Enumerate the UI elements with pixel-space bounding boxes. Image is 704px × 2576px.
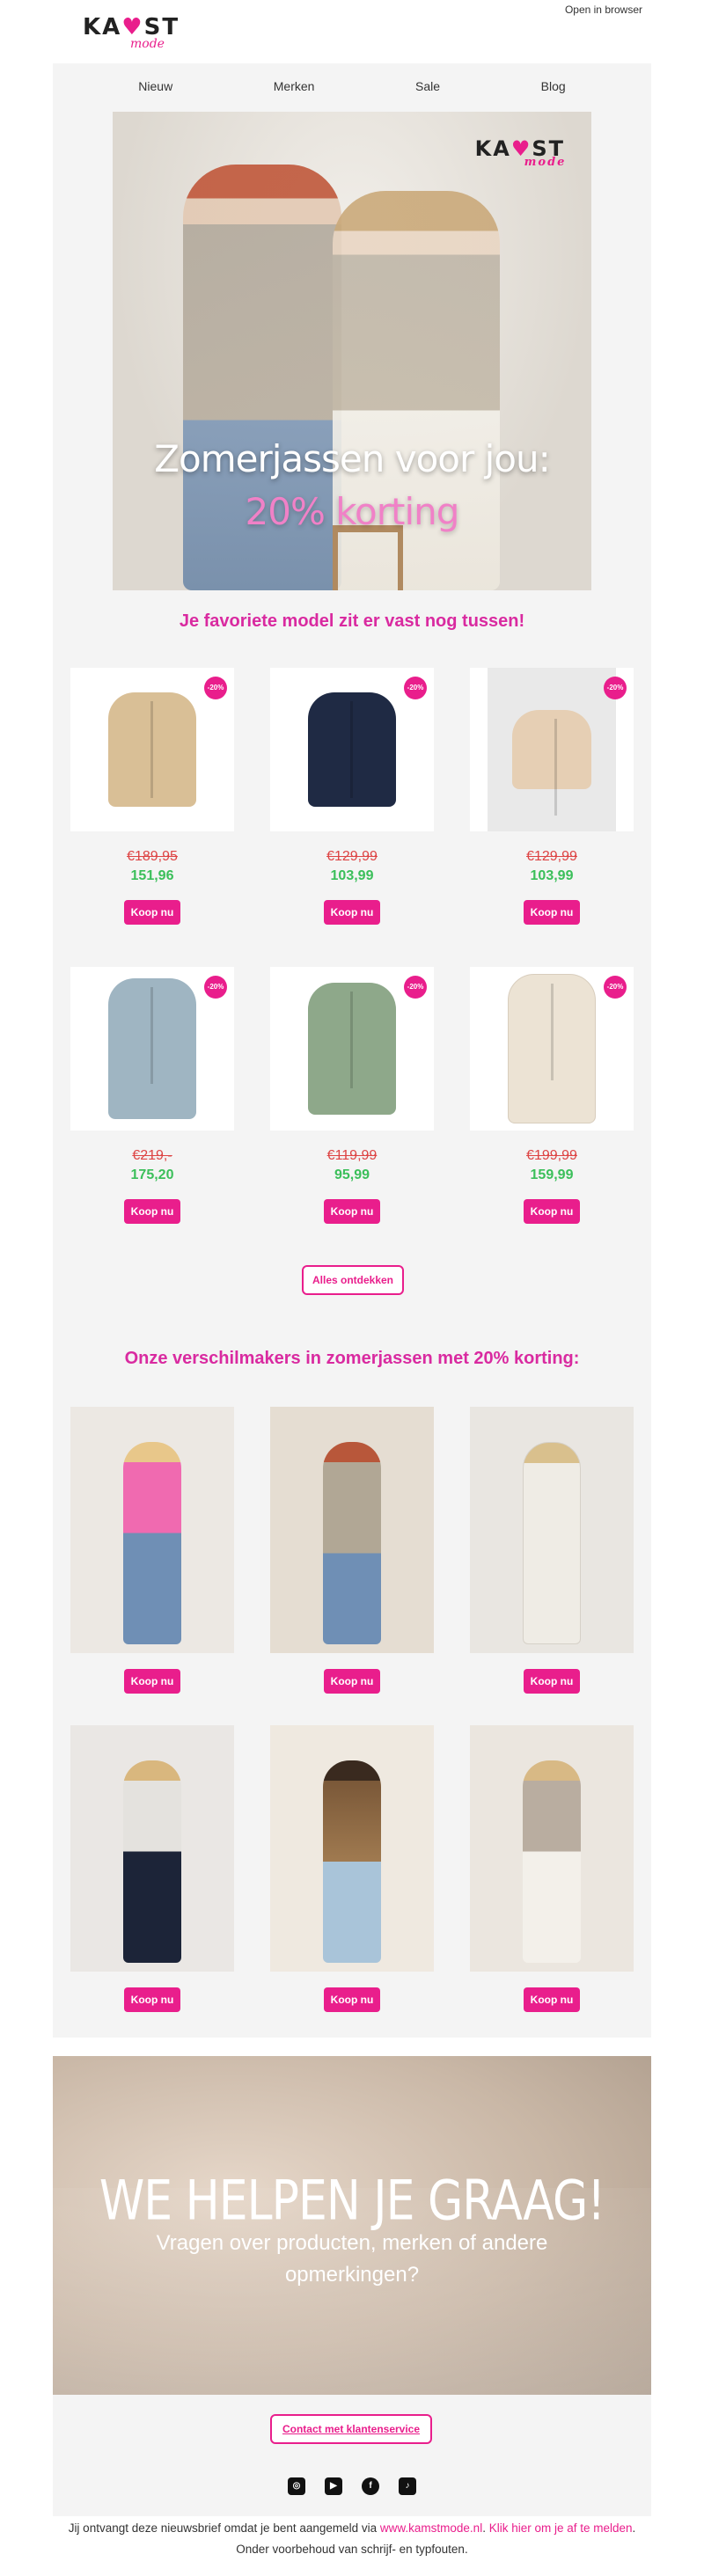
customer-service-banner: WE HELPEN JE GRAAG! Vragen over producte…	[53, 2056, 651, 2395]
jacket-thumbnail	[108, 692, 196, 807]
buy-now-button[interactable]: Koop nu	[123, 1199, 181, 1224]
jacket-thumbnail	[308, 692, 396, 807]
buy-now-button[interactable]: Koop nu	[123, 1669, 181, 1694]
contact-customer-service-button[interactable]: Contact met klantenservice	[270, 2414, 432, 2444]
discount-badge: -20%	[204, 677, 227, 699]
hero-subtitle: 20% korting	[245, 490, 460, 533]
jacket-thumbnail	[512, 710, 591, 816]
buy-now-button[interactable]: Koop nu	[523, 1199, 581, 1224]
product-image[interactable]: -20%	[70, 967, 234, 1131]
tagline: Je favoriete model zit er vast nog tusse…	[179, 611, 525, 631]
product-card: -20% €119,99 95,99 Koop nu	[270, 967, 434, 1224]
instagram-icon[interactable]: ◎	[288, 2477, 305, 2495]
top-bar: KA♥ST mode Open in browser	[0, 0, 704, 63]
discount-badge: -20%	[604, 976, 627, 999]
discount-badge: -20%	[604, 677, 627, 699]
nav-item-merken[interactable]: Merken	[274, 79, 315, 93]
discount-badge: -20%	[404, 976, 427, 999]
buy-now-button[interactable]: Koop nu	[523, 1669, 581, 1694]
look-photo[interactable]	[270, 1725, 434, 1972]
discover-all-button[interactable]: Alles ontdekken	[302, 1265, 404, 1295]
new-price: 151,96	[130, 868, 174, 883]
youtube-icon[interactable]: ▶	[325, 2477, 342, 2495]
jacket-thumbnail	[508, 974, 596, 1123]
new-price: 95,99	[334, 1167, 370, 1182]
look-photo[interactable]	[270, 1407, 434, 1653]
open-in-browser-link[interactable]: Open in browser	[565, 4, 642, 16]
look-photo[interactable]	[470, 1407, 634, 1653]
new-price: 159,99	[530, 1167, 574, 1182]
footer: Jij ontvangt deze nieuwsbrief omdat je b…	[68, 2521, 636, 2556]
jacket-thumbnail	[108, 978, 196, 1119]
product-image[interactable]: -20%	[470, 668, 634, 831]
logo-script: mode	[130, 37, 165, 51]
nav-item-nieuw[interactable]: Nieuw	[138, 79, 172, 93]
old-price: €129,99	[326, 849, 378, 864]
social-links: ◎ ▶ f ♪	[53, 2477, 651, 2495]
old-price: €129,99	[526, 849, 577, 864]
old-price: €189,95	[127, 849, 178, 864]
product-image[interactable]: -20%	[470, 967, 634, 1131]
stool	[333, 525, 403, 590]
buy-now-button[interactable]: Koop nu	[323, 1669, 381, 1694]
look-card: Koop nu	[270, 1407, 434, 1694]
product-grid: -20% €189,95 151,96 Koop nu -20% €129,99…	[70, 668, 634, 1224]
buy-now-button[interactable]: Koop nu	[123, 1987, 181, 2012]
new-price: 175,20	[130, 1167, 174, 1182]
facebook-icon[interactable]: f	[362, 2477, 379, 2495]
brand-logo[interactable]: KA♥ST mode	[83, 14, 180, 51]
product-card: -20% €129,99 103,99 Koop nu	[470, 668, 634, 925]
old-price: €119,99	[326, 1148, 378, 1163]
section-title: Onze verschilmakers in zomerjassen met 2…	[124, 1349, 580, 1368]
old-price: €199,99	[526, 1148, 577, 1163]
product-card: -20% €129,99 103,99 Koop nu	[270, 668, 434, 925]
cta-text: Vragen over producten, merken of andere …	[156, 2231, 548, 2287]
hero-banner[interactable]: KA♥ST mode Zomerjassen voor jou: 20% kort…	[113, 112, 591, 590]
unsubscribe-link[interactable]: Klik hier om je af te melden	[489, 2521, 633, 2535]
nav-item-blog[interactable]: Blog	[541, 79, 566, 93]
product-image[interactable]: -20%	[270, 668, 434, 831]
cta-title: WE HELPEN JE GRAAG!	[99, 2170, 605, 2233]
buy-now-button[interactable]: Koop nu	[123, 900, 181, 925]
discount-badge: -20%	[404, 677, 427, 699]
cta-footer: Contact met klantenservice ◎ ▶ f ♪	[53, 2395, 651, 2516]
look-card: Koop nu	[270, 1725, 434, 2012]
product-image[interactable]: -20%	[70, 668, 234, 831]
main-nav: Nieuw Merken Sale Blog	[53, 63, 651, 109]
product-image[interactable]: -20%	[270, 967, 434, 1131]
buy-now-button[interactable]: Koop nu	[523, 900, 581, 925]
old-price: €219,-	[132, 1148, 172, 1163]
new-price: 103,99	[530, 868, 574, 883]
looks-grid: Koop nu Koop nu Koop nu Koop nu Koop nu	[70, 1407, 634, 2012]
look-photo[interactable]	[470, 1725, 634, 1972]
buy-now-button[interactable]: Koop nu	[523, 1987, 581, 2012]
product-card: -20% €199,99 159,99 Koop nu	[470, 967, 634, 1224]
new-price: 103,99	[330, 868, 374, 883]
look-card: Koop nu	[70, 1725, 234, 2012]
hero-title: Zomerjassen voor jou:	[154, 437, 550, 480]
product-card: -20% €189,95 151,96 Koop nu	[70, 668, 234, 925]
website-link[interactable]: www.kamstmode.nl	[380, 2521, 482, 2535]
nav-item-sale[interactable]: Sale	[415, 79, 440, 93]
discount-badge: -20%	[204, 976, 227, 999]
main-panel: Nieuw Merken Sale Blog KA♥ST mode Zomerja…	[53, 63, 651, 1344]
look-card: Koop nu	[70, 1407, 234, 1694]
look-photo[interactable]	[70, 1407, 234, 1653]
buy-now-button[interactable]: Koop nu	[323, 1987, 381, 2012]
buy-now-button[interactable]: Koop nu	[323, 900, 381, 925]
hero-logo: KA♥ST mode	[474, 136, 567, 169]
buy-now-button[interactable]: Koop nu	[323, 1199, 381, 1224]
look-photo[interactable]	[70, 1725, 234, 1972]
product-card: -20% €219,- 175,20 Koop nu	[70, 967, 234, 1224]
look-card: Koop nu	[470, 1407, 634, 1694]
look-card: Koop nu	[470, 1725, 634, 2012]
jacket-thumbnail	[308, 983, 396, 1115]
looks-panel: Onze verschilmakers in zomerjassen met 2…	[53, 1327, 651, 2038]
tiktok-icon[interactable]: ♪	[399, 2477, 416, 2495]
